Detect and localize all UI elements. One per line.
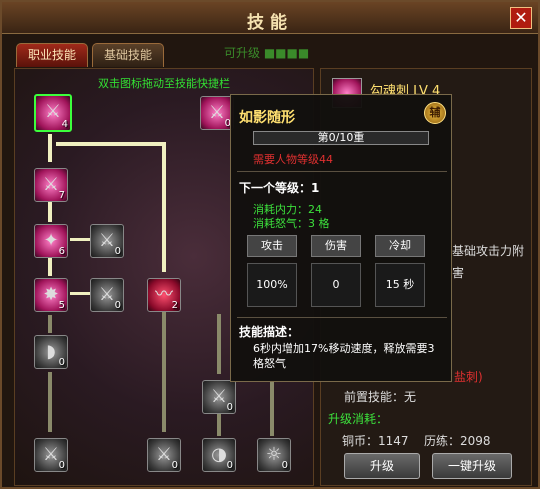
skill-level: 0: [114, 300, 121, 311]
skill-desc-fragment: 害: [452, 266, 465, 280]
experience-cost: 历练：2098: [424, 434, 491, 448]
attack-value: 100%: [247, 263, 297, 307]
tree-connector: [70, 238, 90, 241]
tooltip-rage-cost: 消耗怒气：3 格: [253, 217, 330, 230]
skill-level: 0: [226, 460, 233, 471]
tooltip-skill-name: 如影随形: [239, 110, 295, 126]
tree-connector: [48, 315, 52, 333]
upgrade-button[interactable]: 升级: [344, 453, 420, 479]
skill-slot[interactable]: ⚔ 0: [90, 278, 124, 312]
skill-slot[interactable]: ⚔ 0: [200, 96, 234, 130]
attack-column: 攻击 100%: [247, 235, 297, 307]
skill-level: 6: [58, 246, 65, 257]
skill-level: 7: [58, 190, 65, 201]
tooltip-progress: 第0/10重: [253, 131, 429, 145]
skill-level: 2: [171, 300, 178, 311]
skill-level: 0: [58, 460, 65, 471]
skill-slot[interactable]: ⚔ 4: [34, 94, 72, 132]
overlay-status-text: 可升级 ■■■■: [224, 46, 310, 60]
skill-slot[interactable]: ✸ 5: [34, 278, 68, 312]
tab-basic-skills[interactable]: 基础技能: [92, 43, 164, 67]
tree-connector: [56, 142, 166, 146]
skill-window: 技能 ✕ 职业技能 基础技能 可升级 ■■■■ 双击图标拖动至技能快捷栏 ⚔ 4…: [0, 0, 540, 489]
skill-level: 0: [281, 460, 288, 471]
close-button[interactable]: ✕: [510, 7, 532, 29]
skill-level: 0: [171, 460, 178, 471]
divider: [237, 171, 447, 172]
skill-slot[interactable]: ◗ 0: [34, 335, 68, 369]
skill-slot[interactable]: ⚔ 0: [147, 438, 181, 472]
damage-value: 0: [311, 263, 361, 307]
tree-connector: [270, 382, 274, 436]
skill-slot[interactable]: ⚔ 0: [34, 438, 68, 472]
skill-slot[interactable]: ⚔ 0: [202, 380, 236, 414]
tree-connector: [48, 372, 52, 432]
damage-column: 伤害 0: [311, 235, 361, 307]
skill-slot[interactable]: ⚔ 7: [34, 168, 68, 202]
skill-level: 5: [58, 300, 65, 311]
skill-level: 0: [58, 357, 65, 368]
skill-slot[interactable]: ⚔ 0: [90, 224, 124, 258]
tree-connector: [48, 134, 52, 162]
skill-desc-fragment: 基础攻击力附: [452, 244, 525, 258]
tooltip-next-level: 下一个等级：1: [239, 181, 320, 195]
skill-red-fragment: 盐刺): [454, 370, 483, 384]
window-title: 技能: [247, 13, 293, 33]
support-badge-icon: 辅: [424, 102, 446, 124]
cooldown-value: 15 秒: [375, 263, 425, 307]
tree-connector: [217, 314, 221, 374]
copper-cost: 铜币：1147: [342, 434, 409, 448]
skill-level: 0: [226, 402, 233, 413]
title-bar[interactable]: 技能 ✕: [2, 2, 538, 34]
tree-connector: [162, 142, 166, 272]
upgrade-cost-label: 升级消耗：: [328, 412, 389, 426]
divider: [237, 317, 447, 318]
skill-slot[interactable]: ◑ 0: [202, 438, 236, 472]
prerequisite: 前置技能：无: [344, 390, 417, 404]
skill-tooltip: 如影随形 辅 第0/10重 需要人物等级44 下一个等级：1 消耗内力：24 消…: [230, 94, 452, 382]
skill-slot[interactable]: 〰 2: [147, 278, 181, 312]
tree-connector: [48, 258, 52, 276]
tooltip-required-level: 需要人物等级44: [253, 153, 333, 166]
tab-class-skills[interactable]: 职业技能: [16, 43, 88, 67]
tree-connector: [70, 292, 90, 295]
cooldown-column: 冷却 15 秒: [375, 235, 425, 307]
drag-hint: 双击图标拖动至技能快捷栏: [98, 77, 230, 90]
one-key-upgrade-button[interactable]: 一键升级: [432, 453, 512, 479]
tooltip-desc-heading: 技能描述：: [239, 325, 300, 339]
cooldown-label: 冷却: [375, 235, 425, 257]
tree-connector: [217, 412, 221, 436]
skill-slot[interactable]: ☼ 0: [257, 438, 291, 472]
skill-level: 4: [61, 119, 68, 130]
tree-connector: [48, 202, 52, 222]
tooltip-description: 6秒内增加17%移动速度，释放需要3格怒气: [253, 342, 435, 370]
skill-slot[interactable]: ✦ 6: [34, 224, 68, 258]
skill-level: 0: [114, 246, 121, 257]
damage-label: 伤害: [311, 235, 361, 257]
attack-label: 攻击: [247, 235, 297, 257]
tree-connector: [162, 312, 166, 432]
